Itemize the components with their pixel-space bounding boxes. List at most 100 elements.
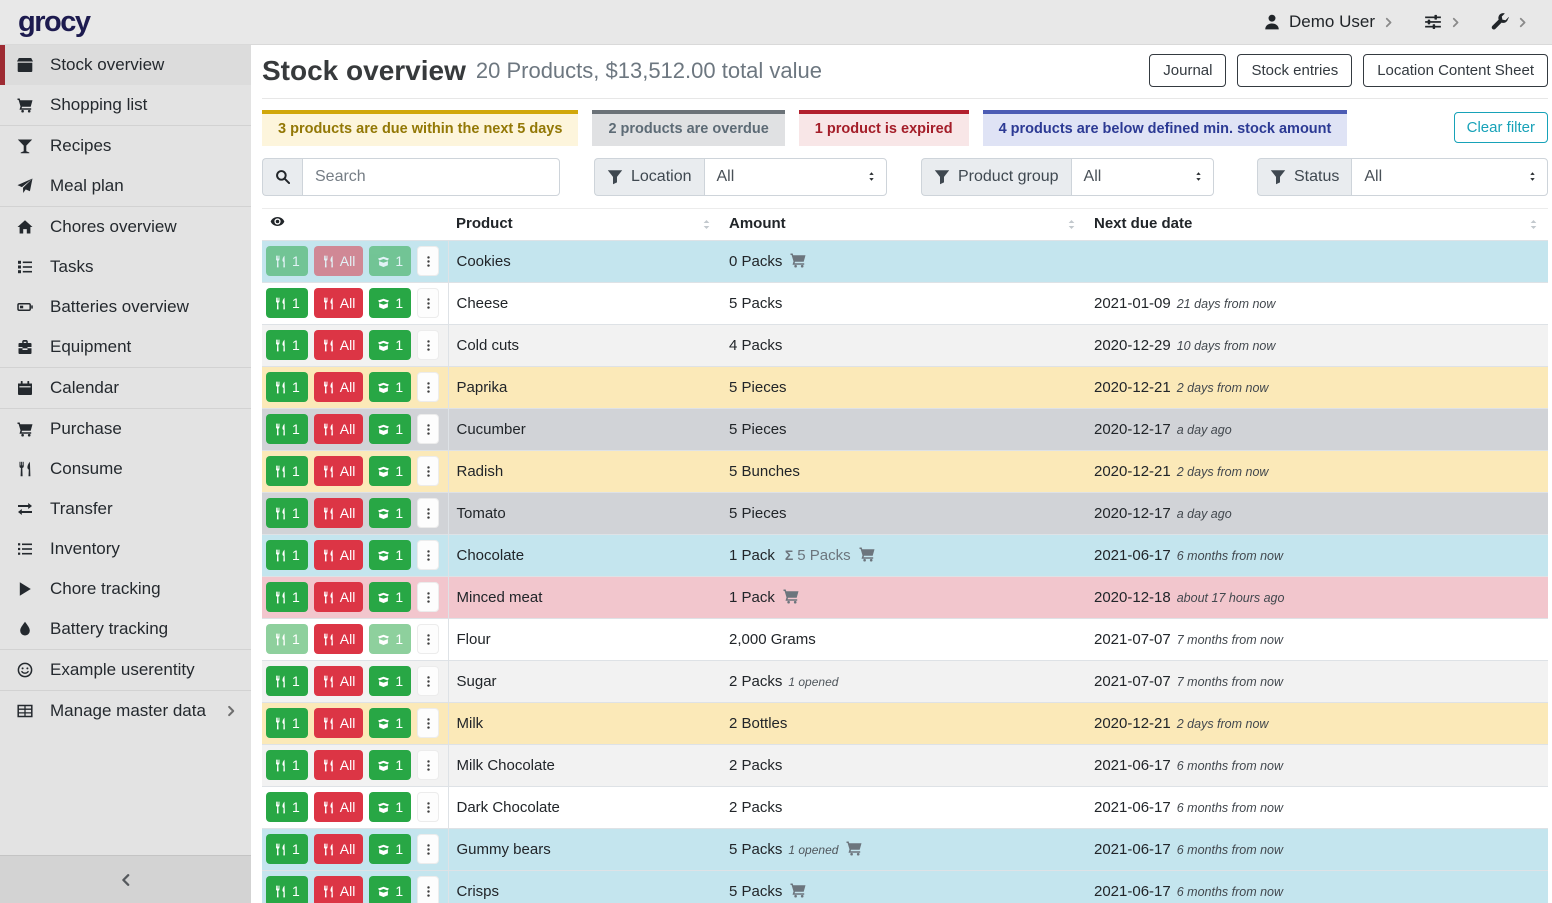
consume-one-button[interactable]: 1 — [266, 876, 308, 903]
consume-one-button[interactable]: 1 — [266, 372, 308, 402]
row-menu-button[interactable] — [417, 708, 439, 738]
admin-menu[interactable] — [1491, 13, 1528, 31]
row-menu-button[interactable] — [417, 834, 439, 864]
open-one-button[interactable]: 1 — [369, 750, 411, 780]
consume-all-button[interactable]: All — [314, 456, 364, 486]
consume-all-button[interactable]: All — [314, 288, 364, 318]
sidebar-item-shopping-list[interactable]: Shopping list — [0, 85, 251, 125]
consume-one-button[interactable]: 1 — [266, 456, 308, 486]
consume-all-button[interactable]: All — [314, 708, 364, 738]
column-visibility-header[interactable] — [262, 208, 448, 240]
row-menu-button[interactable] — [417, 792, 439, 822]
row-menu-button[interactable] — [417, 582, 439, 612]
open-one-button[interactable]: 1 — [369, 834, 411, 864]
consume-one-button[interactable]: 1 — [266, 246, 308, 276]
row-menu-button[interactable] — [417, 498, 439, 528]
consume-all-button[interactable]: All — [314, 624, 364, 654]
row-menu-button[interactable] — [417, 372, 439, 402]
open-one-button[interactable]: 1 — [369, 624, 411, 654]
consume-all-button[interactable]: All — [314, 246, 364, 276]
consume-one-button[interactable]: 1 — [266, 330, 308, 360]
consume-one-button[interactable]: 1 — [266, 498, 308, 528]
consume-all-button[interactable]: All — [314, 414, 364, 444]
location-content-sheet-button[interactable]: Location Content Sheet — [1363, 54, 1548, 87]
filter-badge-due[interactable]: 3 products are due within the next 5 day… — [262, 110, 578, 146]
consume-all-button[interactable]: All — [314, 540, 364, 570]
consume-one-button[interactable]: 1 — [266, 540, 308, 570]
filter-badge-overdue[interactable]: 2 products are overdue — [592, 110, 784, 146]
sidebar-item-example-userentity[interactable]: Example userentity — [0, 650, 251, 690]
open-one-button[interactable]: 1 — [369, 330, 411, 360]
consume-all-button[interactable]: All — [314, 792, 364, 822]
consume-one-button[interactable]: 1 — [266, 288, 308, 318]
sidebar-item-tasks[interactable]: Tasks — [0, 247, 251, 287]
open-one-button[interactable]: 1 — [369, 792, 411, 822]
open-one-button[interactable]: 1 — [369, 498, 411, 528]
row-menu-button[interactable] — [417, 624, 439, 654]
open-one-button[interactable]: 1 — [369, 288, 411, 318]
row-menu-button[interactable] — [417, 414, 439, 444]
consume-one-button[interactable]: 1 — [266, 414, 308, 444]
row-menu-button[interactable] — [417, 246, 439, 276]
clear-filter-button[interactable]: Clear filter — [1454, 112, 1548, 143]
location-filter-select[interactable]: All — [704, 158, 888, 196]
consume-one-button[interactable]: 1 — [266, 834, 308, 864]
sidebar-item-stock-overview[interactable]: Stock overview — [0, 45, 251, 85]
column-header-product[interactable]: Product — [448, 208, 721, 240]
sidebar-item-inventory[interactable]: Inventory — [0, 529, 251, 569]
open-one-button[interactable]: 1 — [369, 372, 411, 402]
row-menu-button[interactable] — [417, 666, 439, 696]
column-header-next-due-date[interactable]: Next due date — [1086, 208, 1548, 240]
open-one-button[interactable]: 1 — [369, 876, 411, 903]
sidebar-item-consume[interactable]: Consume — [0, 449, 251, 489]
consume-all-button[interactable]: All — [314, 372, 364, 402]
consume-all-button[interactable]: All — [314, 582, 364, 612]
sidebar-item-chore-tracking[interactable]: Chore tracking — [0, 569, 251, 609]
sidebar-item-chores-overview[interactable]: Chores overview — [0, 207, 251, 247]
consume-one-button[interactable]: 1 — [266, 666, 308, 696]
app-logo[interactable]: grocy — [18, 8, 89, 37]
sidebar-item-meal-plan[interactable]: Meal plan — [0, 166, 251, 206]
consume-one-button[interactable]: 1 — [266, 792, 308, 822]
consume-all-button[interactable]: All — [314, 498, 364, 528]
sidebar-item-recipes[interactable]: Recipes — [0, 126, 251, 166]
row-menu-button[interactable] — [417, 330, 439, 360]
consume-all-button[interactable]: All — [314, 666, 364, 696]
sidebar-item-batteries-overview[interactable]: Batteries overview — [0, 287, 251, 327]
open-one-button[interactable]: 1 — [369, 456, 411, 486]
row-menu-button[interactable] — [417, 540, 439, 570]
filter-badge-below-min[interactable]: 4 products are below defined min. stock … — [983, 110, 1348, 146]
product-group-filter-select[interactable]: All — [1071, 158, 1214, 196]
open-one-button[interactable]: 1 — [369, 414, 411, 444]
consume-one-button[interactable]: 1 — [266, 582, 308, 612]
row-menu-button[interactable] — [417, 288, 439, 318]
open-one-button[interactable]: 1 — [369, 540, 411, 570]
consume-one-button[interactable]: 1 — [266, 708, 308, 738]
sidebar-item-equipment[interactable]: Equipment — [0, 327, 251, 367]
row-menu-button[interactable] — [417, 750, 439, 780]
settings-menu[interactable] — [1424, 13, 1461, 31]
consume-one-button[interactable]: 1 — [266, 624, 308, 654]
column-header-amount[interactable]: Amount — [721, 208, 1086, 240]
search-input[interactable] — [302, 158, 560, 196]
open-one-button[interactable]: 1 — [369, 582, 411, 612]
sidebar-collapse-button[interactable] — [0, 855, 251, 903]
consume-all-button[interactable]: All — [314, 750, 364, 780]
consume-all-button[interactable]: All — [314, 330, 364, 360]
journal-button[interactable]: Journal — [1149, 54, 1226, 87]
consume-all-button[interactable]: All — [314, 834, 364, 864]
status-filter-select[interactable]: All — [1351, 158, 1548, 196]
stock-entries-button[interactable]: Stock entries — [1237, 54, 1352, 87]
sidebar-item-manage-master-data[interactable]: Manage master data — [0, 691, 251, 731]
user-menu[interactable]: Demo User — [1263, 12, 1394, 32]
row-menu-button[interactable] — [417, 876, 439, 903]
open-one-button[interactable]: 1 — [369, 666, 411, 696]
sidebar-item-transfer[interactable]: Transfer — [0, 489, 251, 529]
open-one-button[interactable]: 1 — [369, 708, 411, 738]
consume-one-button[interactable]: 1 — [266, 750, 308, 780]
sidebar-item-purchase[interactable]: Purchase — [0, 409, 251, 449]
row-menu-button[interactable] — [417, 456, 439, 486]
open-one-button[interactable]: 1 — [369, 246, 411, 276]
sidebar-item-calendar[interactable]: Calendar — [0, 368, 251, 408]
consume-all-button[interactable]: All — [314, 876, 364, 903]
